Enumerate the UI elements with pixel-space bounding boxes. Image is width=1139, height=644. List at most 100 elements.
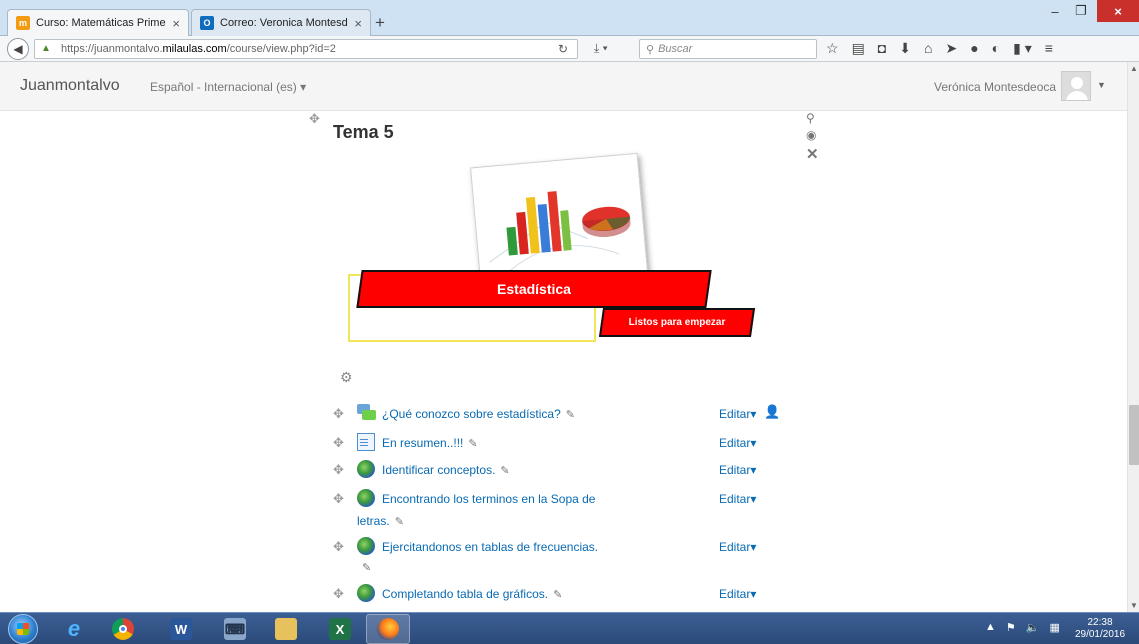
move-activity-icon[interactable]: ✥ — [333, 491, 344, 507]
edit-menu[interactable]: Editar▾ — [719, 463, 756, 477]
avatar[interactable] — [1061, 71, 1091, 101]
activity-link[interactable]: ¿Qué conozco sobre estadística? ✎ — [382, 407, 575, 421]
reload-icon[interactable]: ↻ — [558, 42, 568, 56]
activity-link-continued[interactable]: letras. ✎ — [357, 514, 404, 528]
taskbar-chrome[interactable] — [101, 614, 145, 644]
outlook-favicon-icon: O — [200, 16, 214, 30]
url-icon — [357, 460, 375, 478]
volume-icon[interactable]: 🔈 — [1026, 621, 1040, 634]
folder-icon — [275, 618, 297, 640]
search-icon: ⚲ — [646, 43, 655, 56]
site-name-link[interactable]: Juanmontalvo — [20, 77, 120, 95]
menu-icon[interactable]: ≡ — [1045, 40, 1053, 57]
move-section-icon[interactable]: ✥ — [309, 111, 320, 127]
language-menu[interactable]: Español - Internacional (es) ▾ — [150, 80, 306, 94]
edit-title-pencil-icon[interactable]: ✎ — [468, 437, 477, 450]
scroll-up-icon[interactable]: ▲ — [1128, 64, 1139, 73]
activity-link[interactable]: Completando tabla de gráficos. ✎ — [382, 587, 562, 601]
internet-explorer-icon: e — [67, 616, 81, 641]
address-bar[interactable]: ▲ https://juanmontalvo. milaulas.com/cour… — [34, 39, 578, 59]
network-icon[interactable]: ▦ — [1049, 621, 1059, 634]
taskbar-excel[interactable]: X — [318, 614, 362, 644]
taskbar-keyboard[interactable]: ⌨ — [213, 614, 257, 644]
edit-title-pencil-icon[interactable]: ✎ — [553, 588, 562, 601]
url-icon — [357, 584, 375, 602]
taskbar-word[interactable]: W — [159, 614, 203, 644]
banner-title: Estadística — [497, 281, 571, 297]
activity-link[interactable]: Identificar conceptos. ✎ — [382, 463, 510, 477]
back-arrow-icon: ◀ — [13, 42, 23, 56]
edit-title-pencil-icon[interactable]: ✎ — [566, 408, 575, 421]
chart-illustration-icon — [471, 153, 648, 288]
edit-title-pencil-icon[interactable]: ✎ — [362, 561, 371, 574]
home-icon[interactable]: ⌂ — [924, 40, 932, 57]
activity-link[interactable]: Ejercitandonos en tablas de frecuencias. — [382, 540, 598, 554]
taskbar-file-explorer[interactable] — [264, 614, 308, 644]
bookmark-star-icon[interactable]: ☆ — [826, 40, 839, 57]
close-window-button[interactable]: × — [1097, 0, 1139, 22]
tab-title: Correo: Veronica Montesd... — [220, 17, 349, 29]
highlight-icon[interactable]: ⚲ — [806, 111, 815, 125]
show-hidden-icons-icon[interactable]: ▲ — [985, 621, 996, 634]
delete-section-icon[interactable]: ✕ — [806, 145, 819, 163]
minimize-window-button[interactable]: – — [1042, 0, 1068, 22]
send-icon[interactable]: ➤ — [945, 40, 957, 57]
activity-label: En resumen..!!! — [382, 436, 464, 450]
move-activity-icon[interactable]: ✥ — [333, 586, 344, 602]
scroll-thumb[interactable] — [1129, 405, 1139, 465]
maximize-window-button[interactable]: ❐ — [1068, 0, 1094, 22]
banner-subtitle: Listos para empezar — [628, 317, 726, 328]
close-tab-icon[interactable]: × — [354, 16, 362, 31]
close-tab-icon[interactable]: × — [172, 16, 180, 31]
move-activity-icon[interactable]: ✥ — [333, 539, 344, 555]
section-settings-gear-icon[interactable]: ⚙ — [340, 369, 353, 386]
user-name[interactable]: Verónica Montesdeoca — [934, 80, 1056, 94]
chrome-icon — [112, 618, 134, 640]
edit-menu[interactable]: Editar▾ — [719, 540, 756, 554]
firefox-icon — [377, 618, 399, 640]
user-menu-caret-icon[interactable]: ▼ — [1097, 80, 1106, 90]
keyboard-icon: ⌨ — [224, 618, 246, 640]
assign-roles-user-icon[interactable]: 👤 — [764, 404, 780, 420]
move-activity-icon[interactable]: ✥ — [333, 435, 344, 451]
page-scrollbar[interactable]: ▲ ▼ — [1127, 62, 1139, 612]
download-icon[interactable]: ⬇ — [899, 40, 911, 57]
reading-list-icon[interactable]: ▤ — [852, 40, 865, 57]
pocket-icon[interactable]: ◘ — [878, 40, 886, 57]
edit-title-pencil-icon[interactable]: ✎ — [395, 515, 404, 528]
extension-icon[interactable]: ◐ — [992, 40, 1000, 57]
scroll-down-icon[interactable]: ▼ — [1128, 601, 1139, 610]
move-activity-icon[interactable]: ✥ — [333, 462, 344, 478]
chat-icon[interactable]: ● — [970, 40, 978, 57]
url-icon — [357, 489, 375, 507]
search-field[interactable]: ⚲ Buscar — [639, 39, 817, 59]
url-prefix: https://juanmontalvo. — [61, 43, 163, 55]
statistics-chart-photo — [470, 152, 648, 288]
tab-title: Curso: Matemáticas Prime... — [36, 17, 167, 29]
tab-correo[interactable]: O Correo: Veronica Montesd... × — [191, 9, 371, 36]
activity-link[interactable]: En resumen..!!! ✎ — [382, 436, 478, 450]
download-history-icon[interactable]: ⤓ ▾ — [594, 41, 608, 56]
section-title: Tema 5 — [333, 122, 394, 142]
browser-toolbar: ☆ ▤ ◘ ⬇ ⌂ ➤ ● ◐ ▮ ▾ ≡ — [826, 40, 1053, 57]
start-button[interactable] — [8, 614, 38, 644]
edit-menu[interactable]: Editar▾ — [719, 587, 756, 601]
action-center-flag-icon[interactable]: ⚑ — [1006, 621, 1016, 634]
new-tab-button[interactable]: + — [375, 13, 385, 33]
system-tray: ▲ ⚑ 🔈 ▦ — [985, 621, 1060, 634]
browser-tab-strip: m Curso: Matemáticas Prime... × O Correo… — [0, 0, 1139, 36]
edit-menu[interactable]: Editar▾ — [719, 407, 756, 421]
clipboard-icon[interactable]: ▮ ▾ — [1013, 40, 1032, 57]
back-button[interactable]: ◀ — [7, 38, 29, 60]
activity-link[interactable]: Encontrando los terminos en la Sopa de — [382, 492, 595, 506]
taskbar-internet-explorer[interactable]: e — [52, 614, 96, 644]
edit-menu[interactable]: Editar▾ — [719, 436, 756, 450]
windows-taskbar: e W ⌨ X ▲ ⚑ 🔈 ▦ 22:38 29/01/2016 — [0, 612, 1139, 644]
system-clock[interactable]: 22:38 29/01/2016 — [1068, 617, 1132, 641]
move-activity-icon[interactable]: ✥ — [333, 406, 344, 422]
edit-title-pencil-icon[interactable]: ✎ — [500, 464, 509, 477]
visibility-eye-icon[interactable]: ◉ — [806, 128, 816, 142]
taskbar-firefox[interactable] — [366, 614, 410, 644]
tab-curso[interactable]: m Curso: Matemáticas Prime... × — [7, 9, 189, 36]
edit-menu[interactable]: Editar▾ — [719, 492, 756, 506]
